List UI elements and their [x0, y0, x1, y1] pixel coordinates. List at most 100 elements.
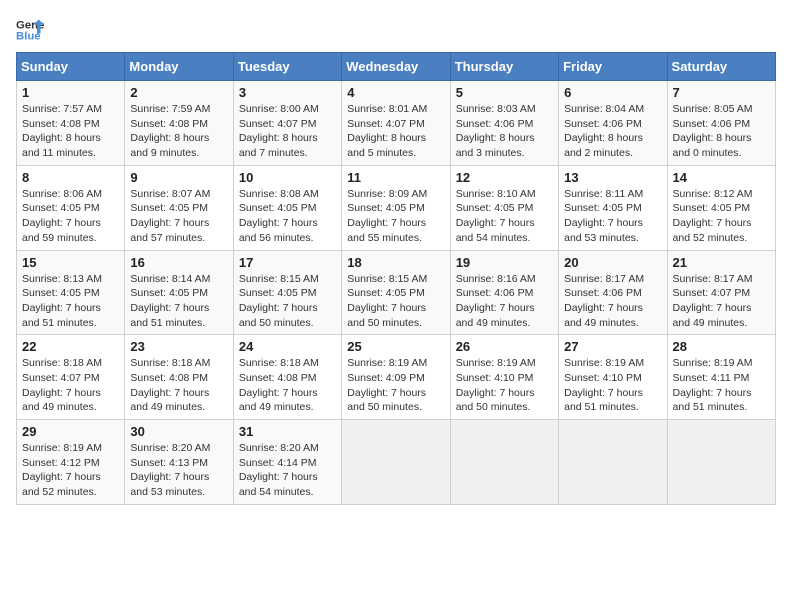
day-number: 27 [564, 339, 661, 354]
sunset-label: Sunset: 4:05 PM [347, 287, 425, 299]
calendar-cell [342, 420, 450, 505]
daylight-label: Daylight: 7 hours and 54 minutes. [456, 217, 535, 244]
day-number: 3 [239, 85, 336, 100]
calendar-cell: 26 Sunrise: 8:19 AM Sunset: 4:10 PM Dayl… [450, 335, 558, 420]
daylight-label: Daylight: 7 hours and 55 minutes. [347, 217, 426, 244]
daylight-label: Daylight: 7 hours and 49 minutes. [22, 387, 101, 414]
day-detail: Sunrise: 8:19 AM Sunset: 4:11 PM Dayligh… [673, 356, 770, 415]
calendar-cell: 17 Sunrise: 8:15 AM Sunset: 4:05 PM Dayl… [233, 250, 341, 335]
daylight-label: Daylight: 7 hours and 57 minutes. [130, 217, 209, 244]
sunrise-label: Sunrise: 8:18 AM [239, 357, 319, 369]
sunset-label: Sunset: 4:08 PM [130, 118, 208, 130]
daylight-label: Daylight: 8 hours and 11 minutes. [22, 132, 101, 159]
header-saturday: Saturday [667, 53, 775, 81]
day-number: 18 [347, 255, 444, 270]
sunrise-label: Sunrise: 8:18 AM [130, 357, 210, 369]
day-number: 21 [673, 255, 770, 270]
day-detail: Sunrise: 8:07 AM Sunset: 4:05 PM Dayligh… [130, 187, 227, 246]
daylight-label: Daylight: 7 hours and 49 minutes. [456, 302, 535, 329]
sunset-label: Sunset: 4:07 PM [22, 372, 100, 384]
daylight-label: Daylight: 8 hours and 3 minutes. [456, 132, 535, 159]
day-detail: Sunrise: 8:11 AM Sunset: 4:05 PM Dayligh… [564, 187, 661, 246]
day-detail: Sunrise: 8:03 AM Sunset: 4:06 PM Dayligh… [456, 102, 553, 161]
day-detail: Sunrise: 8:04 AM Sunset: 4:06 PM Dayligh… [564, 102, 661, 161]
sunrise-label: Sunrise: 8:11 AM [564, 188, 643, 200]
sunset-label: Sunset: 4:06 PM [564, 287, 642, 299]
calendar-cell [559, 420, 667, 505]
day-detail: Sunrise: 8:19 AM Sunset: 4:12 PM Dayligh… [22, 441, 119, 500]
calendar-cell: 30 Sunrise: 8:20 AM Sunset: 4:13 PM Dayl… [125, 420, 233, 505]
calendar-cell: 14 Sunrise: 8:12 AM Sunset: 4:05 PM Dayl… [667, 165, 775, 250]
sunrise-label: Sunrise: 8:14 AM [130, 273, 210, 285]
header-thursday: Thursday [450, 53, 558, 81]
day-number: 4 [347, 85, 444, 100]
sunrise-label: Sunrise: 8:18 AM [22, 357, 102, 369]
header-sunday: Sunday [17, 53, 125, 81]
daylight-label: Daylight: 8 hours and 0 minutes. [673, 132, 752, 159]
day-number: 5 [456, 85, 553, 100]
sunrise-label: Sunrise: 8:19 AM [347, 357, 427, 369]
day-detail: Sunrise: 8:15 AM Sunset: 4:05 PM Dayligh… [239, 272, 336, 331]
daylight-label: Daylight: 8 hours and 5 minutes. [347, 132, 426, 159]
day-number: 19 [456, 255, 553, 270]
sunrise-label: Sunrise: 8:19 AM [673, 357, 753, 369]
calendar-cell: 1 Sunrise: 7:57 AM Sunset: 4:08 PM Dayli… [17, 81, 125, 166]
calendar-cell: 4 Sunrise: 8:01 AM Sunset: 4:07 PM Dayli… [342, 81, 450, 166]
sunrise-label: Sunrise: 8:05 AM [673, 103, 753, 115]
header-tuesday: Tuesday [233, 53, 341, 81]
calendar-cell: 31 Sunrise: 8:20 AM Sunset: 4:14 PM Dayl… [233, 420, 341, 505]
sunrise-label: Sunrise: 8:09 AM [347, 188, 427, 200]
sunrise-label: Sunrise: 8:08 AM [239, 188, 319, 200]
sunrise-label: Sunrise: 8:07 AM [130, 188, 210, 200]
calendar-cell: 12 Sunrise: 8:10 AM Sunset: 4:05 PM Dayl… [450, 165, 558, 250]
day-detail: Sunrise: 8:09 AM Sunset: 4:05 PM Dayligh… [347, 187, 444, 246]
daylight-label: Daylight: 7 hours and 50 minutes. [239, 302, 318, 329]
day-detail: Sunrise: 8:06 AM Sunset: 4:05 PM Dayligh… [22, 187, 119, 246]
calendar-cell [450, 420, 558, 505]
calendar-cell: 22 Sunrise: 8:18 AM Sunset: 4:07 PM Dayl… [17, 335, 125, 420]
sunset-label: Sunset: 4:12 PM [22, 457, 100, 469]
sunset-label: Sunset: 4:07 PM [347, 118, 425, 130]
day-number: 29 [22, 424, 119, 439]
daylight-label: Daylight: 7 hours and 54 minutes. [239, 471, 318, 498]
sunrise-label: Sunrise: 8:13 AM [22, 273, 102, 285]
day-number: 22 [22, 339, 119, 354]
daylight-label: Daylight: 7 hours and 49 minutes. [130, 387, 209, 414]
header-wednesday: Wednesday [342, 53, 450, 81]
sunset-label: Sunset: 4:05 PM [22, 287, 100, 299]
day-detail: Sunrise: 8:20 AM Sunset: 4:13 PM Dayligh… [130, 441, 227, 500]
day-detail: Sunrise: 8:18 AM Sunset: 4:08 PM Dayligh… [130, 356, 227, 415]
day-number: 2 [130, 85, 227, 100]
day-number: 25 [347, 339, 444, 354]
week-row-5: 29 Sunrise: 8:19 AM Sunset: 4:12 PM Dayl… [17, 420, 776, 505]
sunrise-label: Sunrise: 7:59 AM [130, 103, 210, 115]
day-detail: Sunrise: 8:18 AM Sunset: 4:07 PM Dayligh… [22, 356, 119, 415]
daylight-label: Daylight: 7 hours and 49 minutes. [564, 302, 643, 329]
sunrise-label: Sunrise: 8:20 AM [130, 442, 210, 454]
sunset-label: Sunset: 4:10 PM [456, 372, 534, 384]
day-detail: Sunrise: 8:19 AM Sunset: 4:10 PM Dayligh… [564, 356, 661, 415]
day-number: 30 [130, 424, 227, 439]
sunrise-label: Sunrise: 8:15 AM [239, 273, 319, 285]
sunset-label: Sunset: 4:08 PM [22, 118, 100, 130]
day-number: 11 [347, 170, 444, 185]
week-row-3: 15 Sunrise: 8:13 AM Sunset: 4:05 PM Dayl… [17, 250, 776, 335]
day-number: 7 [673, 85, 770, 100]
day-number: 9 [130, 170, 227, 185]
sunset-label: Sunset: 4:05 PM [347, 202, 425, 214]
header-row: SundayMondayTuesdayWednesdayThursdayFrid… [17, 53, 776, 81]
daylight-label: Daylight: 7 hours and 51 minutes. [673, 387, 752, 414]
svg-text:Blue: Blue [16, 31, 41, 43]
sunset-label: Sunset: 4:08 PM [239, 372, 317, 384]
daylight-label: Daylight: 7 hours and 56 minutes. [239, 217, 318, 244]
sunset-label: Sunset: 4:14 PM [239, 457, 317, 469]
day-detail: Sunrise: 8:01 AM Sunset: 4:07 PM Dayligh… [347, 102, 444, 161]
sunrise-label: Sunrise: 8:04 AM [564, 103, 644, 115]
daylight-label: Daylight: 7 hours and 50 minutes. [456, 387, 535, 414]
calendar-cell: 23 Sunrise: 8:18 AM Sunset: 4:08 PM Dayl… [125, 335, 233, 420]
daylight-label: Daylight: 7 hours and 52 minutes. [22, 471, 101, 498]
sunset-label: Sunset: 4:06 PM [456, 287, 534, 299]
daylight-label: Daylight: 7 hours and 53 minutes. [130, 471, 209, 498]
sunrise-label: Sunrise: 8:20 AM [239, 442, 319, 454]
calendar-cell: 24 Sunrise: 8:18 AM Sunset: 4:08 PM Dayl… [233, 335, 341, 420]
